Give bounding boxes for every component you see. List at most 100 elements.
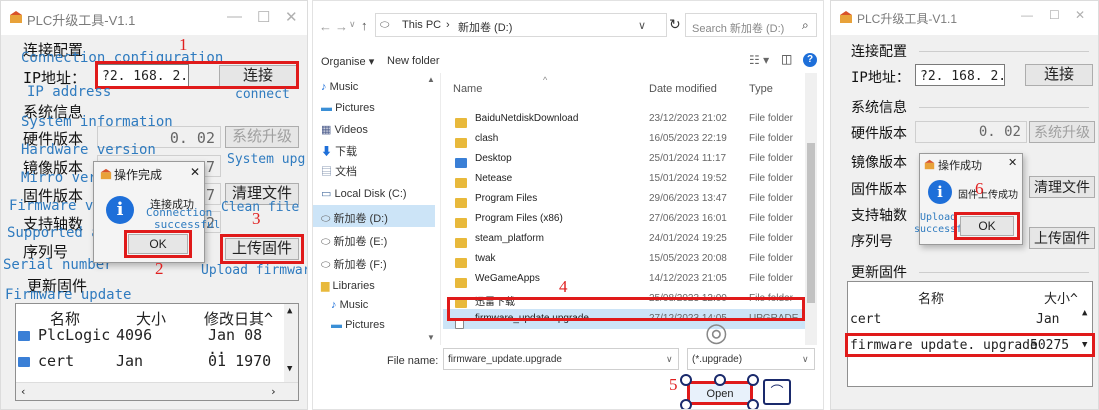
- back-button[interactable]: ←: [319, 19, 332, 34]
- sidebar-item-library-pictures[interactable]: ▬ Pictures: [331, 319, 385, 331]
- column-header-name[interactable]: Name: [453, 83, 482, 95]
- sort-up-icon: ^: [543, 75, 548, 85]
- file-row[interactable]: clash 16/05/2023 22:19 File folder: [443, 129, 807, 149]
- scroll-left-icon[interactable]: ‹: [20, 385, 27, 398]
- app-logo-icon: [100, 168, 112, 180]
- file-name: twak: [475, 253, 496, 264]
- file-type: File folder: [749, 133, 793, 144]
- file-type: File folder: [749, 253, 793, 264]
- sidebar-item-documents[interactable]: ▤ 文档: [321, 163, 357, 179]
- help-icon[interactable]: ?: [803, 53, 817, 67]
- file-row[interactable]: WeGameApps 14/12/2023 21:05 File folder: [443, 269, 807, 289]
- sidebar-item-libraries[interactable]: ▆ Libraries: [321, 279, 375, 292]
- maximize-button[interactable]: ☐: [1049, 8, 1060, 22]
- file-row[interactable]: Program Files 29/06/2023 13:47 File folder: [443, 189, 807, 209]
- path-this-pc[interactable]: This PC: [402, 19, 441, 31]
- upload-firmware-button[interactable]: 上传固件: [1029, 227, 1095, 249]
- sidebar-item-music[interactable]: ♪ Music: [321, 81, 358, 93]
- scroll-right-icon[interactable]: ›: [270, 385, 277, 398]
- recent-locations-button[interactable]: ∨: [349, 19, 356, 30]
- step-number-1: 1: [179, 35, 188, 54]
- file-date: 14/12/2023 21:05: [649, 273, 727, 284]
- highlight-box-connect: [95, 61, 299, 89]
- open-button-label: Open: [706, 388, 734, 400]
- cursor-icon: ◎: [705, 317, 728, 347]
- sidebar-item-drive-f[interactable]: ⬭ 新加卷 (F:): [321, 256, 387, 272]
- clean-file-annotation: Clean file: [221, 200, 300, 215]
- file-row[interactable]: Desktop 25/01/2024 11:17 File folder: [443, 149, 807, 169]
- preview-pane-icon[interactable]: ◫: [781, 52, 792, 66]
- firmware-file-list[interactable]: 名称 大小 修改日其^ PlcLogic 4096 Jan 08 ·· cert…: [15, 303, 299, 401]
- highlight-box-uploaded-file: [845, 333, 1095, 357]
- screen-capture-icon[interactable]: ⌒: [763, 379, 791, 405]
- new-folder-button[interactable]: New folder: [387, 55, 440, 67]
- file-name-dropdown-icon[interactable]: ∨: [666, 354, 673, 365]
- list-item[interactable]: cert Jan: [850, 312, 1078, 330]
- minimize-button[interactable]: —: [1021, 8, 1033, 22]
- path-drive-d[interactable]: 新加卷 (D:): [458, 19, 512, 35]
- resize-handle: [747, 399, 759, 409]
- search-box[interactable]: Search 新加卷 (D:) ⌕: [685, 13, 817, 37]
- sidebar-item-videos[interactable]: ▦ Videos: [321, 123, 368, 136]
- file-type-select[interactable]: (*.upgrade) ∨: [687, 348, 815, 370]
- file-row[interactable]: steam_platform 24/01/2024 19:25 File folde…: [443, 229, 807, 249]
- view-options-icon[interactable]: ☷ ▾: [749, 53, 769, 67]
- up-button[interactable]: ↑: [361, 18, 368, 33]
- file-row[interactable]: BaiduNetdiskDownload 23/12/2023 21:02 File…: [443, 109, 807, 129]
- file-date: 27/06/2023 16:01: [649, 213, 727, 224]
- sidebar-item-downloads[interactable]: ⬇ 下载: [321, 143, 357, 159]
- close-button[interactable]: ✕: [1075, 8, 1085, 22]
- system-upgrade-button[interactable]: 系统升级: [225, 126, 299, 148]
- step-number-6: 6: [975, 179, 984, 198]
- file-row[interactable]: Program Files (x86) 27/06/2023 16:01 File …: [443, 209, 807, 229]
- minimize-button[interactable]: —: [227, 8, 242, 25]
- sidebar-scroll-down-icon[interactable]: ▼: [427, 333, 435, 342]
- list-header-name[interactable]: 名称: [918, 288, 944, 307]
- refresh-icon[interactable]: ↻: [669, 16, 681, 33]
- upload-success-dialog: 操作成功 ✕ i 固件上传成功 Upload successful OK: [914, 153, 1023, 245]
- close-button[interactable]: ✕: [285, 8, 298, 26]
- sidebar-item-drive-d[interactable]: ⬭ 新加卷 (D:): [321, 210, 388, 226]
- sidebar-item-drive-e[interactable]: ⬭ 新加卷 (E:): [321, 233, 387, 249]
- file-name: Desktop: [475, 153, 512, 164]
- left-title-bar: PLC升级工具-V1.1 — ☐ ✕: [1, 1, 307, 35]
- file-row[interactable]: Netease 15/01/2024 19:52 File folder: [443, 169, 807, 189]
- list-item[interactable]: PlcLogic 4096 Jan 08 ··: [18, 326, 284, 362]
- sidebar-item-library-music[interactable]: ♪ Music: [331, 299, 368, 311]
- ip-address-input[interactable]: ?2. 168. 2. 10(: [915, 64, 1005, 86]
- documents-icon: ▤: [321, 166, 332, 178]
- column-header-date[interactable]: Date modified: [649, 83, 717, 95]
- scroll-thumb[interactable]: [807, 143, 815, 303]
- file-name: steam_platform: [475, 233, 544, 244]
- scroll-down-icon[interactable]: ▼: [287, 364, 292, 374]
- list-vertical-scrollbar[interactable]: ▲ ▼: [284, 304, 298, 382]
- connect-button[interactable]: 连接: [1025, 64, 1093, 86]
- sidebar-scroll-up-icon[interactable]: ▲: [427, 75, 435, 84]
- file-name-input[interactable]: firmware_update.upgrade ∨: [443, 348, 679, 370]
- file-list-scrollbar[interactable]: [805, 73, 817, 345]
- resize-handle: [680, 399, 692, 409]
- file-date: 24/01/2024 19:25: [649, 233, 727, 244]
- scroll-up-icon[interactable]: ▲: [287, 306, 292, 316]
- file-type-dropdown-icon[interactable]: ∨: [802, 354, 809, 365]
- list-scroll-up-icon[interactable]: ▲: [1082, 308, 1087, 318]
- list-item[interactable]: cert Jan 01 1970: [18, 352, 284, 372]
- list-horizontal-scrollbar[interactable]: ‹ ›: [16, 382, 298, 400]
- clean-file-button[interactable]: 清理文件: [1029, 176, 1095, 198]
- column-header-type[interactable]: Type: [749, 83, 773, 95]
- sidebar-item-pictures[interactable]: ▬ Pictures: [321, 102, 375, 114]
- path-dropdown-icon[interactable]: ∨: [638, 19, 646, 32]
- forward-button[interactable]: →: [335, 19, 348, 34]
- list-header-size[interactable]: 大小^: [1044, 288, 1078, 307]
- maximize-button[interactable]: ☐: [257, 8, 270, 26]
- file-date: 16/05/2023 22:19: [649, 133, 727, 144]
- file-row[interactable]: twak 15/05/2023 20:08 File folder: [443, 249, 807, 269]
- address-bar[interactable]: ⬭ This PC › 新加卷 (D:) ∨: [375, 13, 667, 37]
- dialog-close-icon[interactable]: ✕: [190, 165, 200, 179]
- dialog-close-icon[interactable]: ✕: [1008, 156, 1017, 169]
- organise-menu[interactable]: Organise ▾: [321, 55, 374, 68]
- system-upgrade-button[interactable]: 系统升级: [1029, 121, 1095, 143]
- left-app-window: PLC升级工具-V1.1 — ☐ ✕ 连接配置 Connection confi…: [0, 0, 308, 410]
- sidebar-item-local-disk-c[interactable]: ▭ Local Disk (C:): [321, 187, 407, 200]
- ip-address-annotation: IP address: [27, 84, 112, 100]
